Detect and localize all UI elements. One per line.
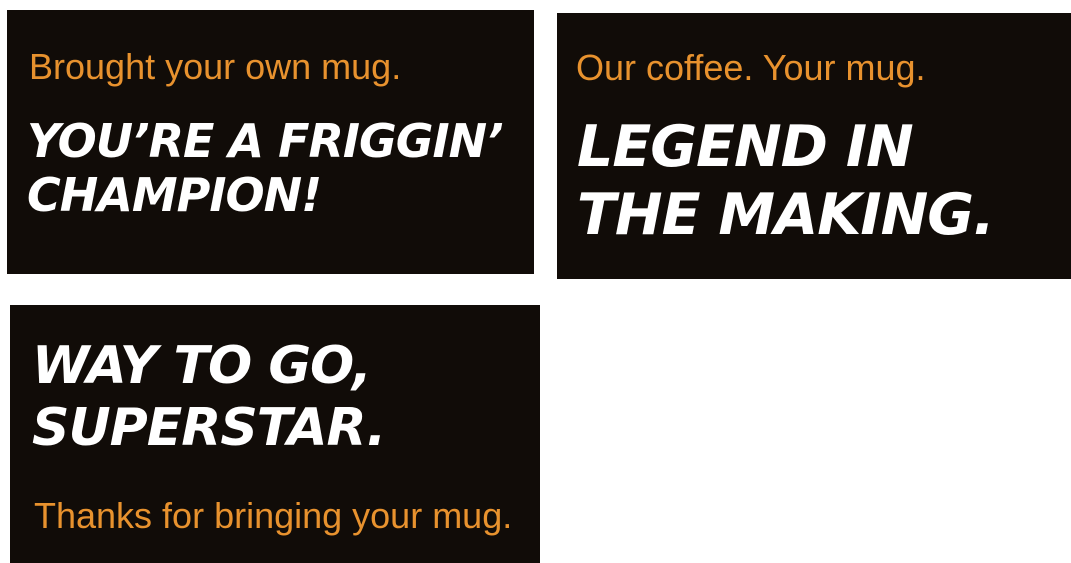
- card-headline: LEGEND IN THE MAKING.: [577, 113, 995, 249]
- card-subtitle: Thanks for bringing your mug.: [34, 495, 513, 536]
- card-headline-line: THE MAKING.: [577, 182, 995, 248]
- card-subtitle: Our coffee. Your mug.: [576, 47, 926, 88]
- card-headline: YOU’RE A FRIGGIN’ CHAMPION!: [27, 114, 504, 222]
- card-headline-line: CHAMPION!: [27, 168, 322, 222]
- promo-card-champion: Brought your own mug. YOU’RE A FRIGGIN’ …: [7, 10, 534, 274]
- promo-card-legend: Our coffee. Your mug. LEGEND IN THE MAKI…: [557, 13, 1071, 279]
- card-headline-line: YOU’RE A FRIGGIN’: [27, 114, 504, 168]
- card-headline-line: LEGEND IN: [577, 114, 914, 180]
- card-subtitle: Brought your own mug.: [29, 46, 402, 87]
- promo-card-superstar: WAY TO GO, SUPERSTAR. Thanks for bringin…: [10, 305, 540, 563]
- card-headline-line: SUPERSTAR.: [32, 398, 386, 458]
- card-headline: WAY TO GO, SUPERSTAR.: [32, 335, 386, 459]
- card-headline-line: WAY TO GO,: [32, 336, 372, 396]
